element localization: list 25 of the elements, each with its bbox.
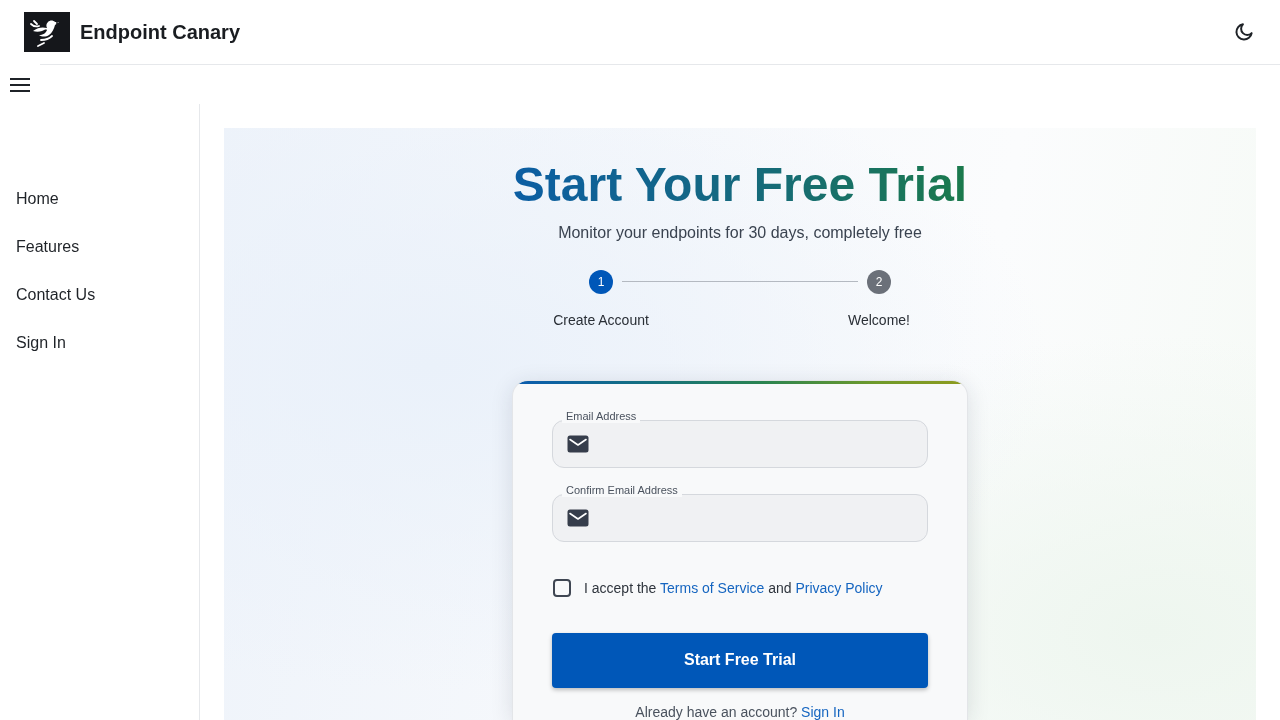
menu-icon (10, 77, 30, 92)
email-field[interactable] (552, 493, 928, 542)
brand-name: Endpoint Canary (80, 20, 240, 45)
step-number: 2 (867, 269, 891, 294)
signin-link[interactable]: Sign In (801, 703, 845, 720)
email-field[interactable] (552, 419, 928, 468)
moon-icon (1235, 23, 1253, 41)
terms-text: I accept the Terms of Service and Privacy Policy (584, 578, 883, 598)
step-label: Welcome! (848, 310, 910, 330)
bird-logo (24, 12, 70, 52)
start-trial-button[interactable]: Start Free Trial (552, 632, 928, 688)
terms-checkbox[interactable] (553, 578, 571, 597)
terms-link[interactable]: Privacy Policy (795, 579, 883, 596)
menu-button[interactable] (10, 77, 30, 92)
page-subtitle: Monitor your endpoints for 30 days, completely free (558, 222, 922, 243)
step-number: 1 (589, 269, 613, 294)
signin-prompt: Already have an account? Sign In (635, 703, 845, 720)
sidebar-link[interactable]: Contact Us (0, 271, 199, 319)
envelope-icon (567, 508, 589, 527)
envelope-icon (567, 434, 589, 453)
terms-link[interactable]: Terms of Service (660, 579, 765, 596)
step-label: Create Account (553, 310, 649, 330)
sidebar-link[interactable]: Features (0, 223, 199, 271)
sidebar-link[interactable]: Sign In (0, 319, 199, 367)
sidebar-link[interactable]: Home (0, 175, 199, 223)
